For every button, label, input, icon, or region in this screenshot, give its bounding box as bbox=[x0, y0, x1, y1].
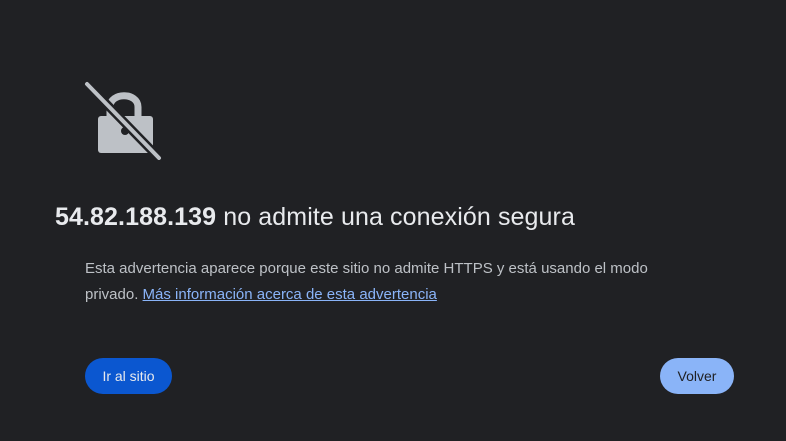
learn-more-link[interactable]: Más información acerca de esta advertenc… bbox=[143, 286, 437, 303]
site-host: 54.82.188.139 bbox=[55, 203, 217, 231]
lock-slash-icon bbox=[82, 79, 164, 163]
insecure-connection-page: 54.82.188.139 no admite una conexión seg… bbox=[0, 0, 786, 441]
headline-text: no admite una conexión segura bbox=[223, 203, 575, 231]
warning-description: Esta advertencia aparece porque este sit… bbox=[85, 256, 705, 308]
proceed-to-site-button[interactable]: Ir al sitio bbox=[85, 358, 172, 394]
back-button[interactable]: Volver bbox=[660, 358, 734, 394]
page-title: 54.82.188.139 no admite una conexión seg… bbox=[55, 203, 575, 232]
